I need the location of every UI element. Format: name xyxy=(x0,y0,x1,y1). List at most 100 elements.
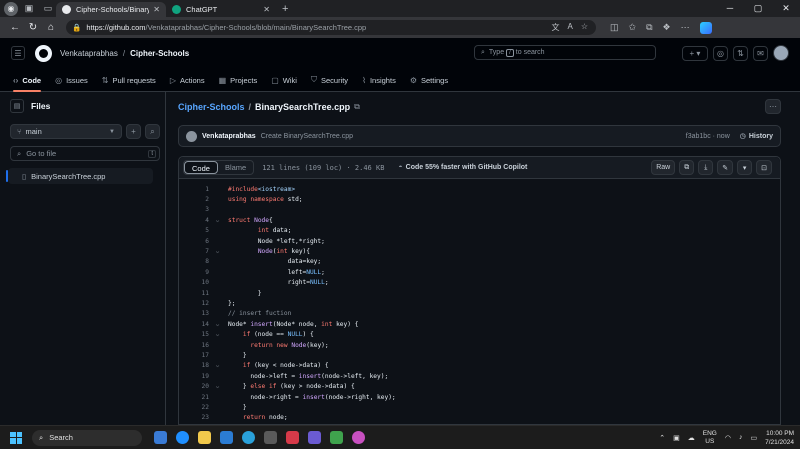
volume-icon[interactable]: ♪ xyxy=(739,434,743,441)
line-number[interactable]: 16 xyxy=(179,342,209,349)
extension-icon[interactable]: ❖ xyxy=(663,22,671,33)
tab-issues[interactable]: ◎ Issues xyxy=(55,68,88,92)
raw-button[interactable]: Raw xyxy=(651,160,676,175)
line-number[interactable]: 19 xyxy=(179,373,209,380)
line-number[interactable]: 6 xyxy=(179,238,209,245)
line-number[interactable]: 12 xyxy=(179,300,209,307)
collections-icon[interactable]: ⧉ xyxy=(646,22,652,33)
wifi-icon[interactable]: ◠ xyxy=(725,434,731,442)
lock-icon[interactable]: 🔒 xyxy=(72,23,81,32)
symbols-panel-icon[interactable]: ⊡ xyxy=(756,160,772,175)
line-number[interactable]: 9 xyxy=(179,269,209,276)
edge-icon[interactable] xyxy=(176,431,189,444)
copy-path-icon[interactable]: ⧉ xyxy=(354,102,360,112)
line-number[interactable]: 17 xyxy=(179,352,209,359)
telegram-icon[interactable] xyxy=(242,431,255,444)
line-number[interactable]: 23 xyxy=(179,414,209,421)
search-files-button[interactable]: ⌕ xyxy=(145,124,160,139)
line-number[interactable]: 2 xyxy=(179,196,209,203)
app-tray-icon[interactable]: ▣ xyxy=(673,434,680,442)
history-button[interactable]: ◷ History xyxy=(740,132,773,141)
onedrive-icon[interactable]: ☁ xyxy=(688,434,695,442)
new-tab-button[interactable]: + xyxy=(282,3,288,15)
profile-icon[interactable]: ◉ xyxy=(4,1,18,16)
favorites-icon[interactable]: ✩ xyxy=(629,22,637,33)
tab-projects[interactable]: ▦ Projects xyxy=(219,68,258,92)
minimize-button[interactable]: ─ xyxy=(716,0,744,17)
app-icon[interactable] xyxy=(264,431,277,444)
tab-security[interactable]: ⛉ Security xyxy=(311,68,348,92)
line-number[interactable]: 21 xyxy=(179,394,209,401)
search-input[interactable]: ⌕ Type / to search xyxy=(474,45,656,60)
home-button[interactable]: ⌂ xyxy=(42,22,60,33)
store-icon[interactable] xyxy=(220,431,233,444)
back-button[interactable]: ← xyxy=(6,22,24,33)
devtools-icon[interactable] xyxy=(286,431,299,444)
clock[interactable]: 10:00 PM 7/21/2024 xyxy=(765,429,794,447)
line-number[interactable]: 18 xyxy=(179,362,209,369)
close-window-button[interactable]: ✕ xyxy=(772,0,800,17)
line-number[interactable]: 1 xyxy=(179,186,209,193)
windows-start-icon[interactable] xyxy=(10,431,22,444)
tab-actions[interactable]: ▷ Actions xyxy=(170,68,205,92)
fold-chevron-icon[interactable]: ⌵ xyxy=(209,321,226,328)
chevron-down-icon[interactable]: ▾ xyxy=(737,160,753,175)
pull-requests-button[interactable]: ⇅ xyxy=(733,45,748,61)
maximize-button[interactable]: ▢ xyxy=(744,0,772,17)
file-tree-item[interactable]: ▯ BinarySearchTree.cpp xyxy=(6,168,153,184)
tab-github[interactable]: Cipher-Schools/BinarySearchTre... ✕ xyxy=(56,2,166,17)
fold-chevron-icon[interactable]: ⌵ xyxy=(209,248,226,255)
file-explorer-icon[interactable] xyxy=(198,431,211,444)
tab-chatgpt[interactable]: ChatGPT ✕ xyxy=(166,2,276,17)
owner-link[interactable]: Venkataprabhas xyxy=(60,49,118,58)
download-icon[interactable]: ⤓ xyxy=(698,160,714,175)
fold-chevron-icon[interactable]: ⌵ xyxy=(209,331,226,338)
more-options-button[interactable]: ⋯ xyxy=(765,99,781,114)
refresh-button[interactable]: ↻ xyxy=(24,22,42,33)
split-screen-icon[interactable]: ◫ xyxy=(610,22,619,33)
workspaces-icon[interactable]: ▣ xyxy=(21,2,37,16)
repo-breadcrumb-link[interactable]: Cipher-Schools xyxy=(178,102,245,112)
edit-icon[interactable]: ✎ xyxy=(717,160,734,175)
line-number[interactable]: 8 xyxy=(179,258,209,265)
fold-chevron-icon[interactable]: ⌵ xyxy=(209,217,226,224)
tab-code[interactable]: ‹› Code xyxy=(13,68,42,92)
line-number[interactable]: 5 xyxy=(179,227,209,234)
read-aloud-icon[interactable]: A xyxy=(567,22,572,33)
language-indicator[interactable]: ENG US xyxy=(703,430,717,446)
commit-sha-time[interactable]: f3ab1bc · now xyxy=(686,133,730,140)
taskbar-search[interactable]: ⌕ Search xyxy=(32,429,142,446)
line-number[interactable]: 14 xyxy=(179,321,209,328)
close-icon[interactable]: ✕ xyxy=(263,5,270,14)
repo-link[interactable]: Cipher-Schools xyxy=(130,49,189,58)
line-number[interactable]: 10 xyxy=(179,279,209,286)
inbox-icon[interactable]: ✉ xyxy=(753,45,768,61)
line-number[interactable]: 4 xyxy=(179,217,209,224)
fold-chevron-icon[interactable]: ⌵ xyxy=(209,362,226,369)
chevron-up-icon[interactable]: ⌃ xyxy=(659,434,665,442)
collapse-sidebar-icon[interactable]: ▤ xyxy=(10,98,24,113)
line-number[interactable]: 3 xyxy=(179,206,209,213)
tab-pull-requests[interactable]: ⇅ Pull requests xyxy=(102,68,156,92)
tab-insights[interactable]: ⌇ Insights xyxy=(362,68,396,92)
url-bar[interactable]: 🔒 https://github.com /Venkataprabhas/Cip… xyxy=(66,20,596,35)
create-new-button[interactable]: + ▾ xyxy=(682,45,708,61)
github-logo-icon[interactable] xyxy=(35,44,52,62)
close-icon[interactable]: ✕ xyxy=(153,5,160,14)
battery-icon[interactable]: ▭ xyxy=(750,434,757,442)
menu-icon[interactable]: ☰ xyxy=(11,46,25,60)
copilot-icon[interactable] xyxy=(352,431,365,444)
app-icon[interactable] xyxy=(308,431,321,444)
tab-blame[interactable]: Blame xyxy=(218,161,253,174)
line-number[interactable]: 15 xyxy=(179,331,209,338)
line-number[interactable]: 11 xyxy=(179,290,209,297)
add-file-button[interactable]: + xyxy=(126,124,141,139)
more-icon[interactable]: ⋯ xyxy=(681,22,690,33)
fold-chevron-icon[interactable]: ⌵ xyxy=(209,383,226,390)
line-number[interactable]: 13 xyxy=(179,310,209,317)
line-number[interactable]: 20 xyxy=(179,383,209,390)
copy-icon[interactable]: ⧉ xyxy=(679,160,695,175)
tab-actions-icon[interactable]: ▭ xyxy=(40,2,56,16)
line-number[interactable]: 22 xyxy=(179,404,209,411)
copilot-promo[interactable]: ◓ Code 55% faster with GitHub Copilot xyxy=(398,164,527,171)
